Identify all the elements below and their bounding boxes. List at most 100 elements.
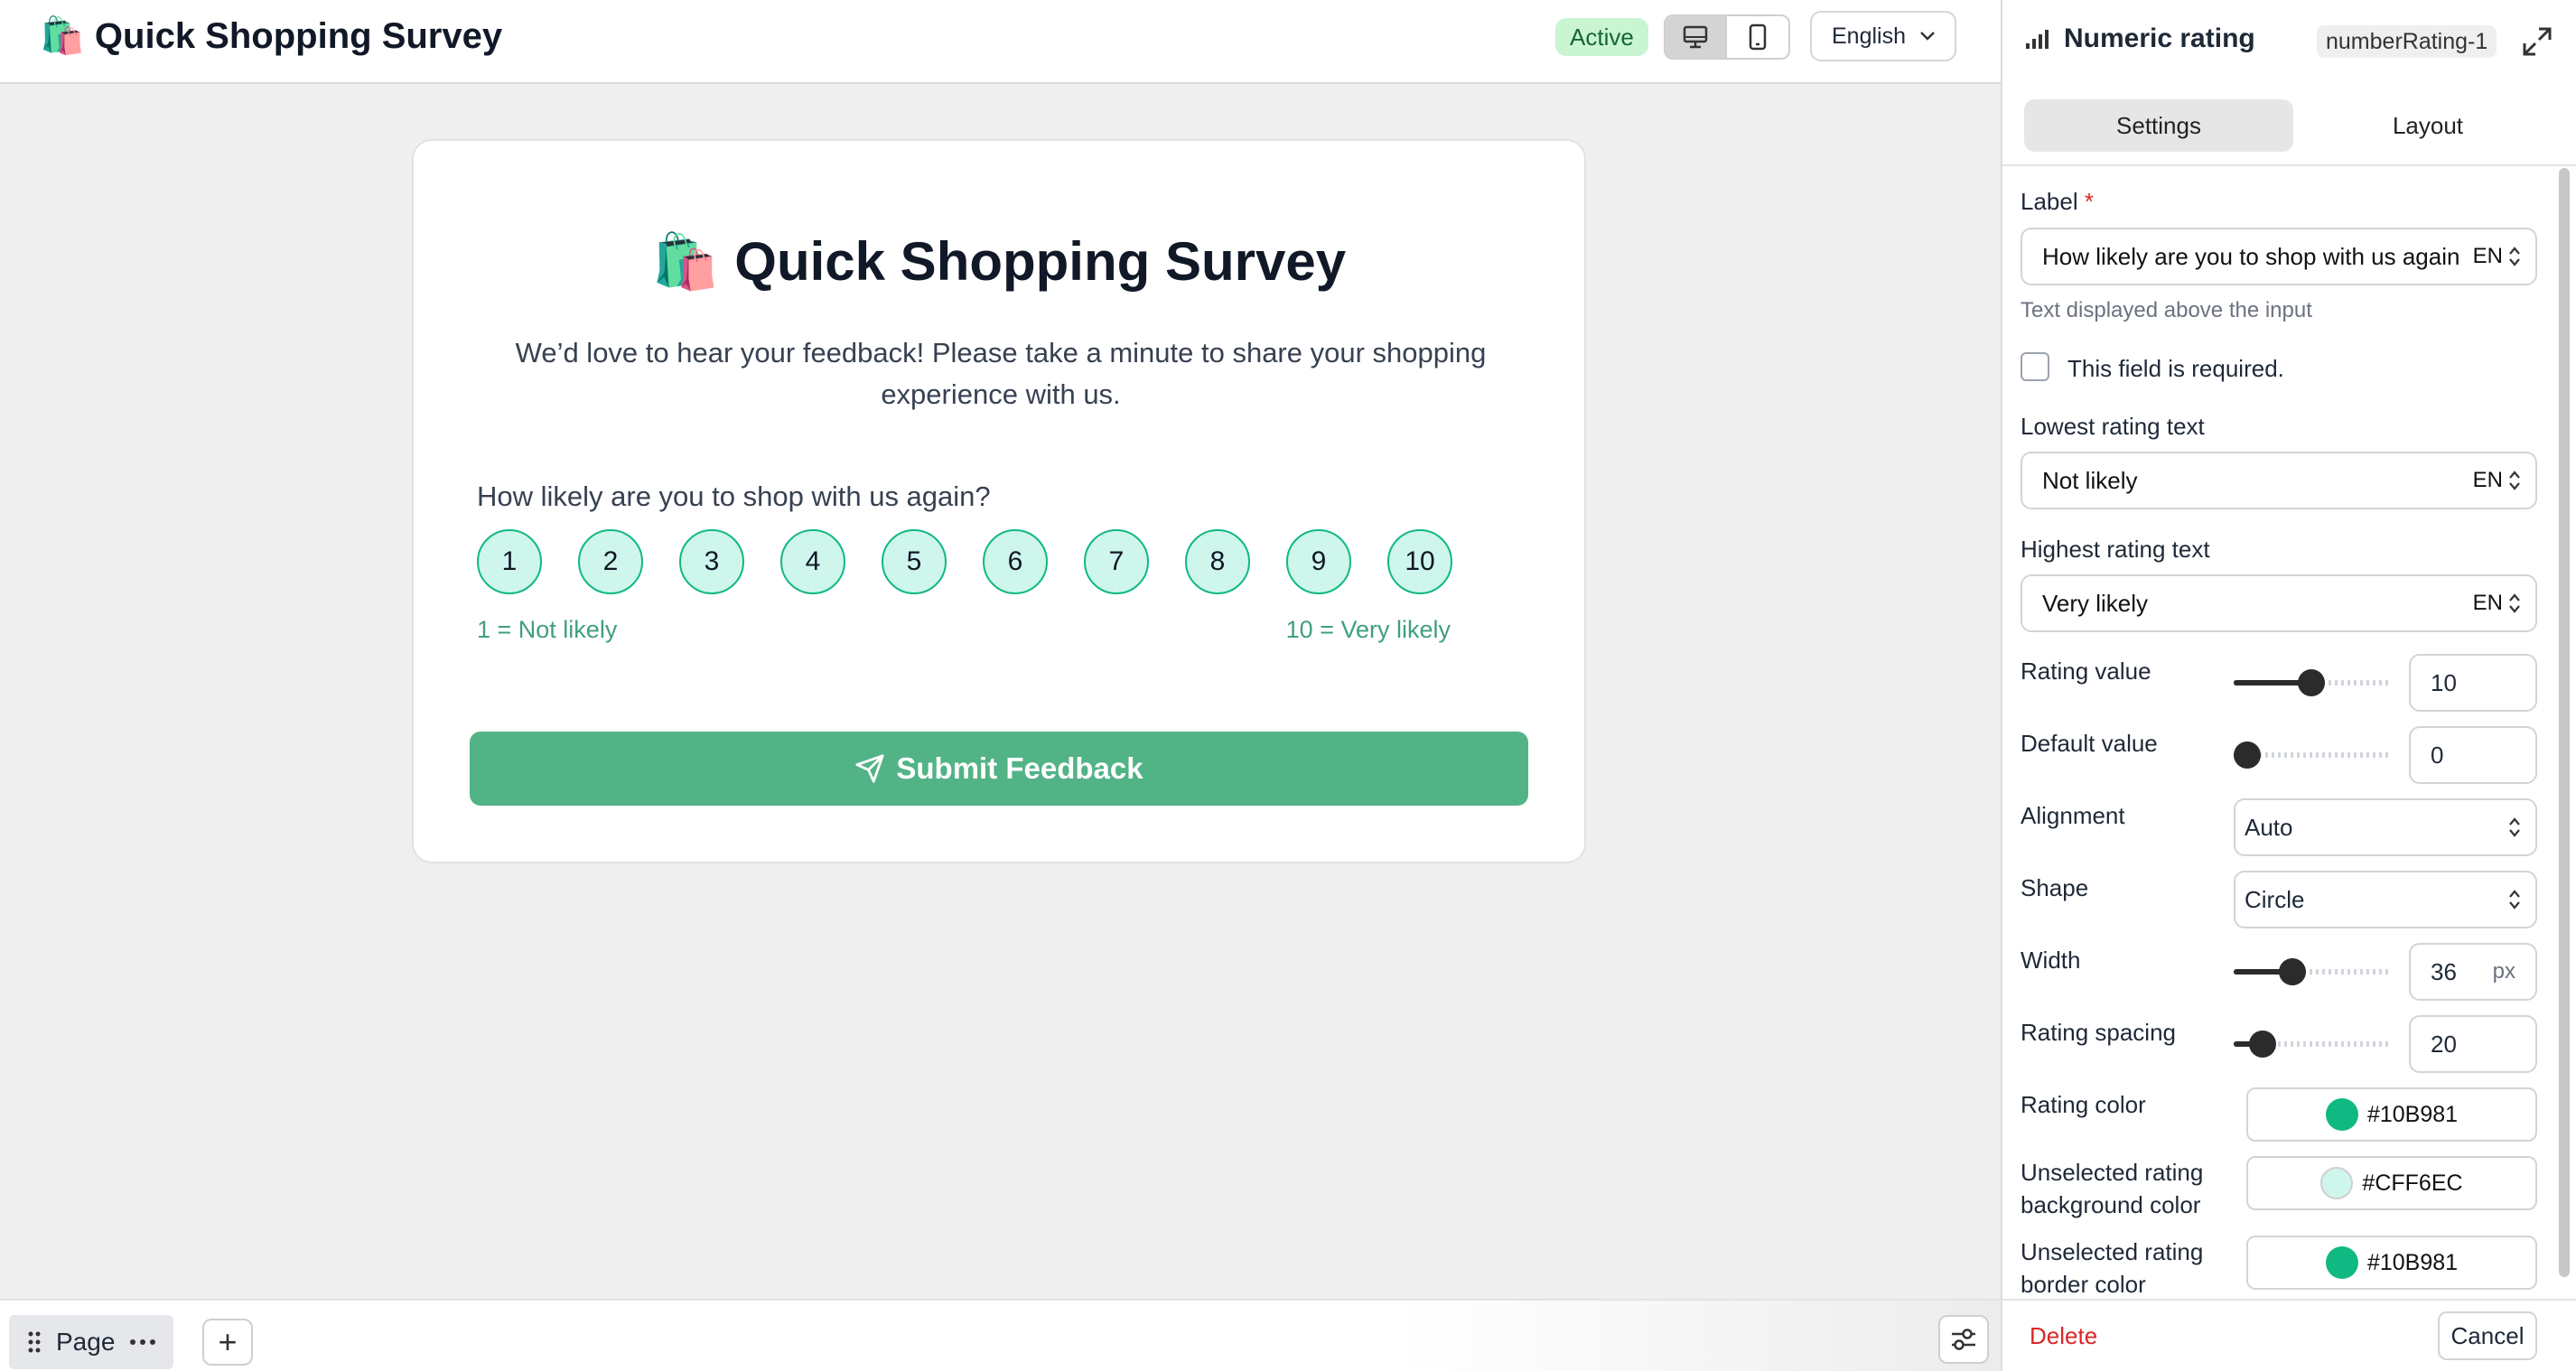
rating-option-6[interactable]: 6: [983, 529, 1048, 594]
rating-option-9[interactable]: 9: [1286, 529, 1351, 594]
bottom-bar: Page +: [0, 1299, 2001, 1371]
width-value: 36: [2431, 957, 2457, 985]
mobile-view-button[interactable]: [1727, 16, 1788, 58]
language-value: English: [1832, 23, 1906, 49]
highest-text-value: Very likely: [2042, 589, 2149, 617]
top-bar: 🛍️ Quick Shopping Survey Active English: [0, 0, 2001, 84]
rating-option-5[interactable]: 5: [882, 529, 947, 594]
tab-settings[interactable]: Settings: [2024, 99, 2293, 152]
label-language-code: EN: [2472, 244, 2503, 268]
survey-description: We’d love to hear your feedback! Please …: [515, 337, 1487, 410]
lowest-text-value: Not likely: [2042, 466, 2138, 494]
survey-preview-card: 🛍️ Quick Shopping Survey We’d love to he…: [412, 139, 1586, 863]
shape-value: Circle: [2245, 885, 2305, 913]
lowest-language-select[interactable]: EN: [2473, 468, 2521, 493]
alignment-select[interactable]: Auto: [2234, 798, 2537, 856]
expand-icon[interactable]: [2519, 23, 2555, 60]
shape-select[interactable]: Circle: [2234, 871, 2537, 928]
tab-layout[interactable]: Layout: [2293, 99, 2562, 152]
element-id-badge: numberRating-1: [2317, 25, 2497, 58]
color-swatch: [2325, 1246, 2358, 1279]
rating-option-2[interactable]: 2: [578, 529, 643, 594]
rating-color-picker[interactable]: #10B981: [2246, 1087, 2537, 1142]
chevron-up-down-icon: [2509, 471, 2520, 490]
sliders-icon: [1952, 1329, 1975, 1350]
page-tab[interactable]: Page: [9, 1315, 173, 1369]
color-swatch: [2325, 1098, 2358, 1131]
cancel-button[interactable]: Cancel: [2438, 1311, 2537, 1360]
unselected-border-color-picker[interactable]: #10B981: [2246, 1236, 2537, 1290]
mobile-icon: [1749, 23, 1767, 51]
rating-option-10[interactable]: 10: [1387, 529, 1452, 594]
unselected-bg-label-line-2: background color: [2021, 1191, 2201, 1218]
default-value-slider[interactable]: [2234, 741, 2389, 769]
required-star: *: [2084, 188, 2094, 215]
lowest-text-input[interactable]: Not likely EN: [2021, 452, 2537, 509]
required-checkbox[interactable]: [2021, 352, 2049, 381]
slider-thumb[interactable]: [2278, 958, 2306, 985]
properties-panel: Numeric rating numberRating-1 Settings L…: [2001, 0, 2576, 1371]
rating-option-4[interactable]: 4: [780, 529, 845, 594]
rating-color-value: #10B981: [2366, 1101, 2459, 1127]
unselected-border-label-line-1: Unselected rating: [2021, 1238, 2204, 1265]
width-unit: px: [2492, 959, 2515, 984]
unselected-bg-color-picker[interactable]: #CFF6EC: [2246, 1156, 2537, 1210]
status-badge[interactable]: Active: [1555, 18, 1648, 56]
slider-thumb[interactable]: [2298, 669, 2325, 696]
panel-footer: Delete Cancel: [2002, 1299, 2576, 1371]
required-checkbox-label: This field is required.: [2067, 355, 2284, 382]
page-settings-button[interactable]: [1938, 1315, 1989, 1364]
panel-header: Numeric rating numberRating-1: [2002, 0, 2576, 83]
spacing-label: Rating spacing: [2021, 1019, 2176, 1046]
default-value-input[interactable]: 0: [2409, 726, 2537, 784]
color-swatch: [2320, 1167, 2354, 1199]
slider-thumb[interactable]: [2234, 741, 2261, 769]
spacing-slider[interactable]: [2234, 1031, 2389, 1058]
chevron-up-down-icon: [2509, 247, 2520, 266]
lowest-language-code: EN: [2472, 468, 2503, 492]
more-options-icon[interactable]: [129, 1338, 156, 1347]
unselected-bg-label-line-1: Unselected rating: [2021, 1159, 2204, 1186]
unselected-border-color-value: #10B981: [2366, 1249, 2459, 1275]
rating-option-8[interactable]: 8: [1185, 529, 1250, 594]
page-tab-label: Page: [56, 1328, 116, 1356]
highest-rating-text: 10 = Very likely: [1285, 616, 1451, 643]
slider-thumb[interactable]: [2249, 1031, 2277, 1058]
spacing-input[interactable]: 20: [2409, 1015, 2537, 1073]
rating-option-3[interactable]: 3: [679, 529, 744, 594]
rating-option-1[interactable]: 1: [477, 529, 542, 594]
unselected-bg-color-value: #CFF6EC: [2362, 1170, 2463, 1196]
app-title: 🛍️ Quick Shopping Survey: [40, 16, 503, 56]
rating-option-7[interactable]: 7: [1084, 529, 1149, 594]
highest-language-select[interactable]: EN: [2473, 591, 2521, 616]
add-page-button[interactable]: +: [202, 1319, 253, 1366]
signal-bars-icon: [2026, 30, 2049, 49]
panel-tabs: Settings Layout: [2024, 99, 2562, 152]
panel-divider: [2002, 164, 2576, 166]
delete-button[interactable]: Delete: [2030, 1322, 2097, 1350]
panel-scrollbar[interactable]: [2559, 168, 2570, 1277]
language-select[interactable]: English: [1810, 11, 1956, 61]
label-input[interactable]: How likely are you to shop with us again…: [2021, 228, 2537, 285]
chevron-down-icon: [1920, 32, 1935, 41]
rating-value-slider[interactable]: [2234, 669, 2389, 696]
highest-text-label: Highest rating text: [2021, 536, 2210, 563]
panel-title: Numeric rating: [2024, 23, 2255, 54]
rating-color-label: Rating color: [2021, 1091, 2146, 1118]
rating-options: 1 2 3 4 5 6 7 8 9 10: [477, 529, 1470, 594]
alignment-label: Alignment: [2021, 802, 2125, 829]
send-icon: [855, 754, 884, 783]
chevron-up-down-icon: [2509, 817, 2520, 837]
width-slider[interactable]: [2234, 958, 2389, 985]
highest-text-input[interactable]: Very likely EN: [2021, 574, 2537, 632]
unselected-bg-label: Unselected rating background color: [2021, 1156, 2203, 1221]
chevron-up-down-icon: [2509, 593, 2520, 613]
label-field-label-text: Label: [2021, 188, 2078, 215]
drag-handle-icon[interactable]: [27, 1330, 42, 1354]
submit-feedback-button[interactable]: Submit Feedback: [470, 732, 1528, 806]
lowest-text-label: Lowest rating text: [2021, 413, 2205, 440]
label-language-select[interactable]: EN: [2473, 244, 2521, 269]
width-input[interactable]: 36 px: [2409, 943, 2537, 1001]
desktop-view-button[interactable]: [1666, 16, 1728, 58]
rating-value-input[interactable]: 10: [2409, 654, 2537, 712]
